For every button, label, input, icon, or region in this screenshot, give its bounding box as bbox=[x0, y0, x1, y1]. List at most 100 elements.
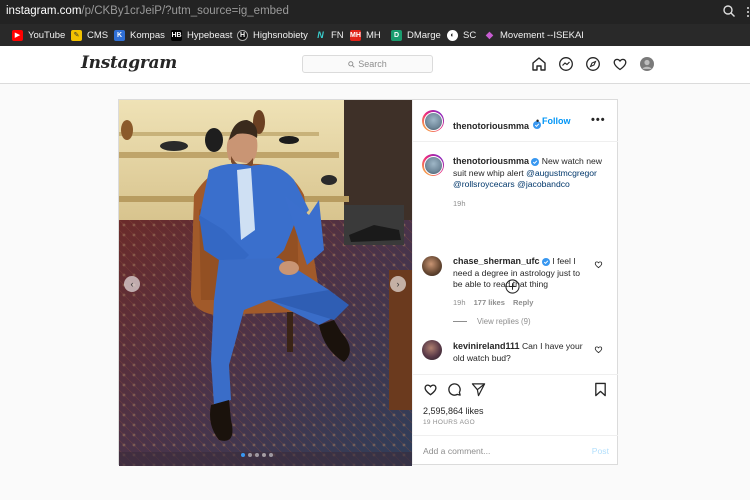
cms-icon: ✎ bbox=[71, 29, 82, 41]
bookmark-label: FN bbox=[331, 29, 344, 41]
url-host: instagram.com bbox=[6, 5, 82, 17]
highsnobiety-icon: H bbox=[237, 29, 248, 41]
verified-badge-icon bbox=[531, 157, 540, 166]
bookmark-label: Highsnobiety bbox=[253, 29, 308, 41]
comment-bubble-icon[interactable] bbox=[447, 382, 462, 397]
isekai-icon: ◆ bbox=[485, 29, 494, 41]
save-bookmark-icon[interactable] bbox=[593, 382, 608, 397]
author-line: thenotoriousmma bbox=[453, 116, 542, 134]
more-options-icon[interactable]: ••• bbox=[591, 114, 606, 126]
comment-item: kevinireland111 Can I have your old watc… bbox=[453, 341, 588, 364]
profile-avatar[interactable] bbox=[639, 56, 655, 72]
kompas-icon: K bbox=[114, 29, 125, 41]
caption-avatar[interactable] bbox=[422, 154, 444, 176]
bookmark-label: DMarge bbox=[407, 29, 441, 41]
bookmark-fn[interactable]: N FN bbox=[315, 28, 344, 42]
search-placeholder: Search bbox=[358, 59, 387, 69]
bookmark-sc[interactable]: ◐ SC bbox=[447, 28, 476, 42]
zoom-icon[interactable] bbox=[722, 4, 736, 18]
bookmark-isekai[interactable]: ◆ Movement --ISEKAI bbox=[484, 28, 584, 42]
verified-badge-icon bbox=[541, 257, 550, 266]
carousel-dot bbox=[248, 453, 252, 457]
dmarge-icon: D bbox=[391, 29, 402, 41]
bookmark-dmarge[interactable]: D DMarge bbox=[391, 28, 441, 42]
mh-icon: MH bbox=[350, 29, 361, 41]
bookmark-label: MH bbox=[366, 29, 381, 41]
view-replies[interactable]: View replies (9) bbox=[453, 317, 531, 326]
comment-meta: 19h 177 likes Reply bbox=[453, 297, 588, 309]
bookmark-label: Movement --ISEKAI bbox=[500, 29, 584, 41]
photo-next-arrow[interactable]: › bbox=[390, 276, 406, 292]
post-actions: 2,595,864 likes 19 HOURS AGO Add a comme… bbox=[413, 374, 618, 464]
fn-icon: N bbox=[317, 30, 324, 40]
url-text[interactable]: instagram.com/p/CKBy1crJeiP/?utm_source=… bbox=[6, 5, 289, 17]
post-timestamp[interactable]: 19 HOURS AGO bbox=[423, 419, 475, 426]
bookmark-kompas[interactable]: K Kompas bbox=[114, 28, 165, 42]
bookmark-label: CMS bbox=[87, 29, 109, 41]
post-header: thenotoriousmma • Follow ••• bbox=[413, 100, 618, 142]
comment-username[interactable]: chase_sherman_ufc bbox=[453, 256, 540, 266]
post-photo-image bbox=[119, 100, 412, 466]
caption-time: 19h bbox=[453, 198, 466, 208]
bookmarks-bar: ▶ YouTube ✎ CMS K Kompas HB Hypebeast H Highs… bbox=[0, 24, 750, 46]
comment-username[interactable]: kevinireland111 bbox=[453, 341, 520, 351]
url-path: /p/CKBy1crJeiP/?utm_source=ig_embed bbox=[81, 5, 289, 17]
carousel-dot bbox=[255, 453, 259, 457]
menu-dots-icon[interactable] bbox=[746, 6, 750, 18]
post-comment-button[interactable]: Post bbox=[592, 446, 609, 456]
bookmark-label: YouTube bbox=[28, 29, 66, 41]
carousel-dots bbox=[241, 453, 273, 457]
bookmark-mh[interactable]: MH MH bbox=[350, 28, 381, 42]
post-sidebar: thenotoriousmma • Follow ••• thenotoriou… bbox=[412, 100, 618, 464]
hypebeast-icon: HB bbox=[171, 29, 182, 41]
mention-link[interactable]: @jacobandco bbox=[517, 179, 570, 189]
caption-username[interactable]: thenotoriousmma bbox=[453, 156, 529, 166]
carousel-dot bbox=[269, 453, 273, 457]
comment-likes[interactable]: 177 likes bbox=[474, 298, 505, 307]
bookmark-label: SC bbox=[463, 29, 477, 41]
sc-icon: ◐ bbox=[447, 29, 458, 41]
follow-button[interactable]: Follow bbox=[542, 116, 571, 126]
bookmark-label: Kompas bbox=[130, 29, 165, 41]
commenter-avatar[interactable] bbox=[422, 340, 442, 360]
author-username[interactable]: thenotoriousmma bbox=[453, 121, 529, 131]
like-heart-icon[interactable] bbox=[423, 382, 438, 397]
post-card: ‹ › thenotoriousmma • Follow ••• thenoto… bbox=[118, 99, 618, 466]
activity-heart-icon[interactable] bbox=[612, 56, 628, 72]
comment-input[interactable]: Add a comment... bbox=[423, 446, 490, 456]
instagram-header: Instagram Search bbox=[0, 46, 750, 84]
bookmark-youtube[interactable]: ▶ YouTube bbox=[12, 28, 65, 42]
instagram-page: Instagram Search ‹ › thenotoriousmma • F… bbox=[0, 46, 750, 500]
photo-prev-arrow[interactable]: ‹ bbox=[124, 276, 140, 292]
comment-time: 19h bbox=[453, 297, 466, 307]
share-send-icon[interactable] bbox=[471, 382, 486, 397]
bookmark-label: Hypebeast bbox=[187, 29, 233, 41]
carousel-dot bbox=[262, 453, 266, 457]
mention-link[interactable]: @augustmcgregor bbox=[526, 168, 597, 178]
comment-like-icon[interactable] bbox=[594, 260, 603, 269]
comment-like-icon[interactable] bbox=[594, 345, 603, 354]
separator-dot: • bbox=[536, 116, 540, 126]
youtube-icon: ▶ bbox=[12, 29, 23, 41]
messenger-icon[interactable] bbox=[558, 56, 574, 72]
instagram-logo[interactable]: Instagram bbox=[81, 53, 177, 73]
bookmark-cms[interactable]: ✎ CMS bbox=[71, 28, 108, 42]
home-icon[interactable] bbox=[531, 56, 547, 72]
carousel-dot-active bbox=[241, 453, 245, 457]
browser-address-bar[interactable]: instagram.com/p/CKBy1crJeiP/?utm_source=… bbox=[0, 0, 750, 24]
commenter-avatar[interactable] bbox=[422, 256, 442, 276]
mention-link[interactable]: @rollsroycecars bbox=[453, 179, 515, 189]
comment-item: chase_sherman_ufc I feel I need a degree… bbox=[453, 256, 588, 308]
bookmark-highsnobiety[interactable]: H Highsnobiety bbox=[237, 28, 308, 42]
replies-divider bbox=[453, 321, 467, 322]
reply-button[interactable]: Reply bbox=[513, 298, 533, 307]
likes-count[interactable]: 2,595,864 likes bbox=[423, 406, 484, 416]
bookmark-hypebeast[interactable]: HB Hypebeast bbox=[171, 28, 232, 42]
explore-icon[interactable] bbox=[585, 56, 601, 72]
search-input[interactable]: Search bbox=[302, 55, 433, 73]
comments-list[interactable]: thenotoriousmma New watch new suit new w… bbox=[413, 142, 618, 374]
post-photo[interactable]: ‹ › bbox=[119, 100, 412, 466]
search-icon bbox=[348, 60, 355, 68]
add-comment-box: Add a comment... Post bbox=[413, 435, 618, 465]
author-avatar[interactable] bbox=[422, 110, 444, 132]
